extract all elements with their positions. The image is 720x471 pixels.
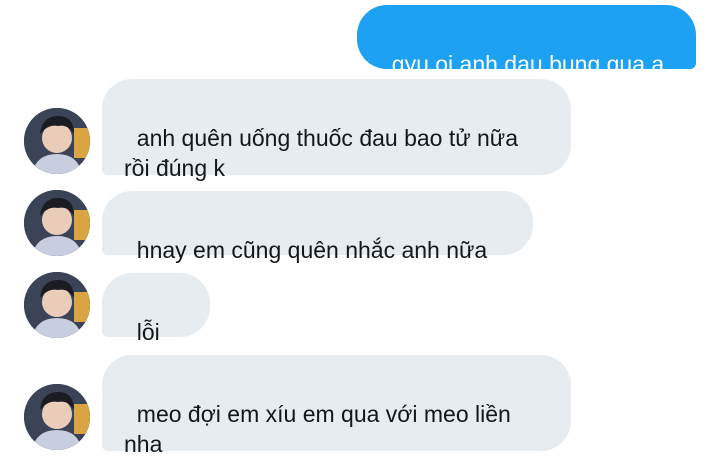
message-text: hnay em cũng quên nhắc anh nữa [136,237,488,263]
message-text: meo đợi em xíu em qua với meo liền nha [124,401,511,457]
avatar[interactable] [24,190,90,256]
message-bubble-received[interactable]: hnay em cũng quên nhắc anh nữa [102,191,533,263]
message-bubble-received[interactable]: meo đợi em xíu em qua với meo liền nha [102,355,571,457]
avatar-photo-icon [24,108,90,174]
avatar[interactable] [24,384,90,450]
avatar-photo-icon [24,190,90,256]
avatar-photo-icon [24,384,90,450]
message-text: anh quên uống thuốc đau bao tử nữa rồi đ… [124,125,518,181]
message-bubble-received[interactable]: lỗi em [102,273,210,375]
avatar[interactable] [24,108,90,174]
message-text: gyu oi anh dau bung qua a [391,51,665,77]
avatar[interactable] [24,272,90,338]
message-bubble-received[interactable]: anh quên uống thuốc đau bao tử nữa rồi đ… [102,79,571,181]
message-bubble-sent[interactable]: gyu oi anh dau bung qua a [357,5,696,77]
avatar-photo-icon [24,272,90,338]
